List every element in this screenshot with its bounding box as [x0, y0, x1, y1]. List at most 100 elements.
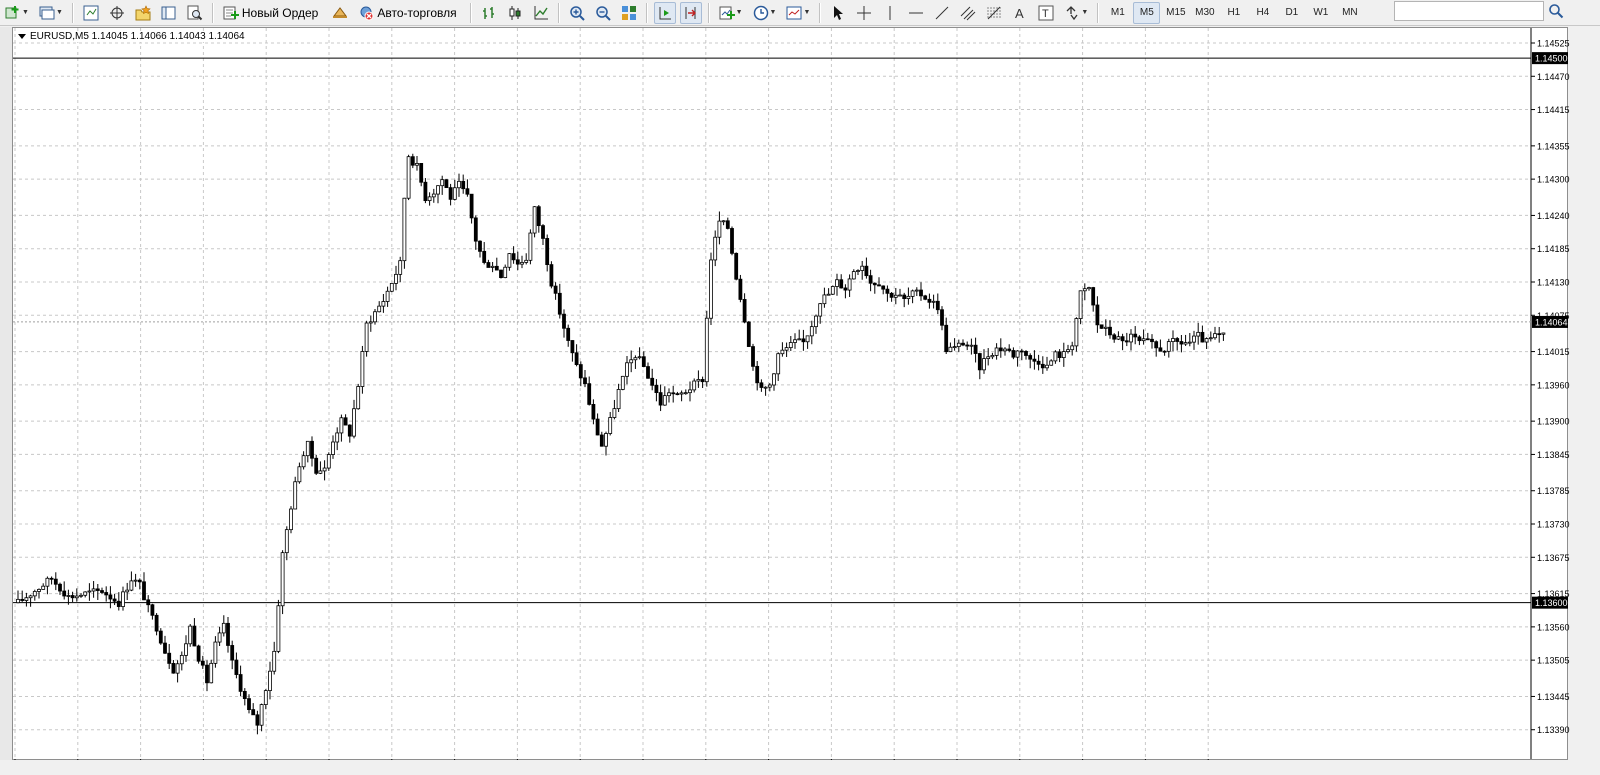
candle-body [1003, 348, 1007, 352]
candle-body [944, 324, 949, 353]
candle-body [24, 597, 29, 601]
candle-body [877, 284, 881, 287]
candle-body [587, 383, 592, 405]
candle-body [700, 379, 705, 383]
candle-body [221, 622, 226, 634]
candle-body [986, 356, 991, 360]
candle-body [566, 327, 571, 341]
candle-body [62, 590, 67, 597]
candle-body [251, 709, 256, 716]
candle-body [965, 344, 970, 347]
candle-body [956, 342, 961, 348]
candle-body [95, 588, 100, 591]
candle-body [1213, 333, 1217, 339]
candle-body [301, 455, 306, 468]
candle-body [465, 188, 470, 195]
price-chart[interactable]: 1.14525 1.14470 1.14415 1.14355 1.14300 1.142… [0, 0, 1600, 775]
candle-body [528, 232, 533, 261]
candle-body [809, 326, 814, 337]
candle-body [305, 440, 310, 457]
candle-body [730, 228, 734, 254]
candle-body [167, 652, 172, 664]
y-tick-label: 1.13505 [1537, 656, 1570, 666]
candle-body [679, 392, 684, 395]
candle-body [200, 660, 205, 666]
candle-body [742, 299, 747, 323]
candle-body [562, 313, 566, 329]
y-tick-label: 1.13785 [1537, 486, 1570, 496]
candle-body [58, 583, 62, 592]
horizontal-line-price-label: 1.13600 [1535, 598, 1568, 608]
candle-body [1175, 338, 1180, 342]
y-tick-label: 1.13900 [1537, 417, 1570, 427]
candle-body [133, 579, 138, 582]
candle-body [1116, 336, 1121, 340]
candle-body [599, 434, 604, 447]
candle-body [893, 294, 898, 298]
y-tick-label: 1.14185 [1537, 244, 1570, 254]
candle-body [889, 292, 894, 298]
candle-body [570, 340, 575, 354]
candle-body [759, 382, 764, 388]
candle-body [1091, 287, 1096, 306]
candle-body [1221, 332, 1226, 335]
candle-body [713, 236, 718, 261]
candle-body [32, 591, 37, 597]
candle-body [847, 278, 852, 291]
candle-body [171, 663, 176, 674]
candle-body [478, 240, 482, 252]
candle-body [205, 664, 209, 684]
candle-body [793, 339, 797, 343]
candle-body [121, 591, 125, 607]
candle-body [482, 250, 487, 263]
candle-body [263, 690, 268, 705]
candle-body [259, 704, 264, 726]
collapse-triangle-icon[interactable] [18, 34, 26, 39]
candle-body [507, 253, 512, 268]
candle-body [1150, 338, 1154, 343]
candle-body [360, 351, 365, 387]
candle-body [326, 454, 331, 469]
candle-body [373, 311, 377, 323]
candle-body [108, 594, 113, 600]
candle-body [721, 220, 726, 223]
candle-body [851, 271, 856, 280]
candle-body [53, 578, 58, 585]
y-tick-label: 1.14015 [1537, 347, 1570, 357]
candle-body [70, 595, 75, 599]
candle-body [898, 294, 902, 297]
candle-body [1082, 288, 1087, 292]
candle-body [45, 577, 50, 587]
candle-body [927, 298, 932, 303]
candle-body [919, 289, 923, 297]
y-tick-label: 1.13730 [1537, 520, 1570, 530]
bottom-window-edge [0, 760, 1600, 775]
candle-body [667, 392, 671, 397]
y-tick-label: 1.14355 [1537, 141, 1570, 151]
y-tick-label: 1.14300 [1537, 175, 1570, 185]
candle-body [436, 185, 440, 195]
candle-body [452, 187, 457, 200]
candle-body [612, 408, 617, 418]
y-tick-label: 1.14415 [1537, 105, 1570, 115]
candle-body [990, 355, 995, 358]
candle-body [389, 282, 394, 292]
candle-body [289, 508, 293, 531]
candle-body [524, 259, 529, 263]
y-tick-label: 1.13390 [1537, 725, 1570, 735]
candle-body [356, 386, 361, 410]
candle-body [146, 599, 151, 606]
candle-body [440, 179, 445, 187]
candle-body [1204, 338, 1209, 343]
candle-body [830, 286, 835, 295]
candle-body [982, 358, 986, 371]
candle-body [553, 285, 558, 294]
candle-body [49, 577, 54, 580]
candle-body [801, 338, 806, 343]
candle-body [427, 196, 432, 202]
candle-body [658, 392, 663, 406]
candle-body [83, 591, 88, 596]
candle-body [331, 441, 335, 455]
candle-body [238, 674, 243, 692]
candle-body [192, 625, 197, 647]
